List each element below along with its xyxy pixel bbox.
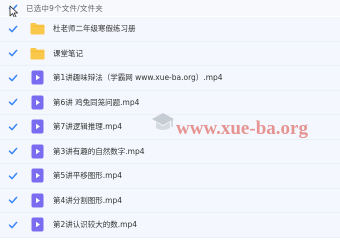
file-name: 第7讲逻辑推理.mp4 bbox=[53, 122, 122, 132]
selection-header: 已选中9个文件/文件夹 bbox=[0, 0, 340, 16]
video-file-icon bbox=[30, 144, 45, 159]
check-icon bbox=[8, 49, 18, 57]
row-checkbox[interactable] bbox=[8, 195, 18, 205]
file-name: 第1讲趣味辩法（学霸网 www.xue-ba.org）.mp4 bbox=[53, 73, 223, 83]
video-file-icon bbox=[30, 119, 45, 134]
check-icon bbox=[8, 123, 18, 131]
video-file-icon bbox=[30, 217, 45, 232]
video-file-icon bbox=[30, 95, 45, 110]
video-file-icon bbox=[30, 70, 45, 85]
check-icon bbox=[8, 25, 18, 33]
file-row[interactable]: 第2讲认识较大的数.mp4 bbox=[0, 213, 340, 238]
folder-icon bbox=[30, 46, 45, 61]
file-name: 第3讲有趣的自然数字.mp4 bbox=[53, 146, 145, 156]
check-icon bbox=[8, 147, 18, 155]
row-checkbox[interactable] bbox=[8, 24, 18, 34]
row-checkbox[interactable] bbox=[8, 122, 18, 132]
selection-count-text: 已选中9个文件/文件夹 bbox=[26, 3, 103, 13]
folder-row[interactable]: 杜老师二年级寒假练习册 bbox=[0, 17, 340, 42]
video-file-icon bbox=[30, 193, 45, 208]
watermark-logo-icon bbox=[152, 113, 174, 130]
check-icon bbox=[8, 172, 18, 180]
file-row[interactable]: 第1讲趣味辩法（学霸网 www.xue-ba.org）.mp4 bbox=[0, 66, 340, 91]
folder-row[interactable]: 课堂笔记 bbox=[0, 41, 340, 66]
row-checkbox[interactable] bbox=[8, 48, 18, 58]
file-row[interactable]: 第5讲平移图形.mp4 bbox=[0, 164, 340, 189]
check-icon bbox=[8, 196, 18, 204]
file-name: 第2讲认识较大的数.mp4 bbox=[53, 220, 137, 230]
file-name: 第5讲平移图形.mp4 bbox=[53, 171, 122, 181]
row-checkbox[interactable] bbox=[8, 146, 18, 156]
file-name: 第4讲分割图形.mp4 bbox=[53, 195, 122, 205]
check-icon bbox=[8, 98, 18, 106]
check-icon bbox=[8, 221, 18, 229]
check-icon bbox=[8, 74, 18, 82]
video-file-icon bbox=[30, 168, 45, 183]
file-row[interactable]: 第3讲有趣的自然数字.mp4 bbox=[0, 139, 340, 164]
row-checkbox[interactable] bbox=[8, 220, 18, 230]
folder-icon bbox=[30, 21, 45, 36]
row-checkbox[interactable] bbox=[8, 171, 18, 181]
row-checkbox[interactable] bbox=[8, 97, 18, 107]
watermark-text: www.xue-ba.org bbox=[176, 118, 308, 139]
file-name: 第6讲 鸡兔同笼问题.mp4 bbox=[53, 97, 140, 107]
row-checkbox[interactable] bbox=[8, 73, 18, 83]
file-name: 杜老师二年级寒假练习册 bbox=[53, 24, 136, 34]
file-name: 课堂笔记 bbox=[53, 48, 83, 58]
file-row[interactable]: 第4讲分割图形.mp4 bbox=[0, 188, 340, 213]
